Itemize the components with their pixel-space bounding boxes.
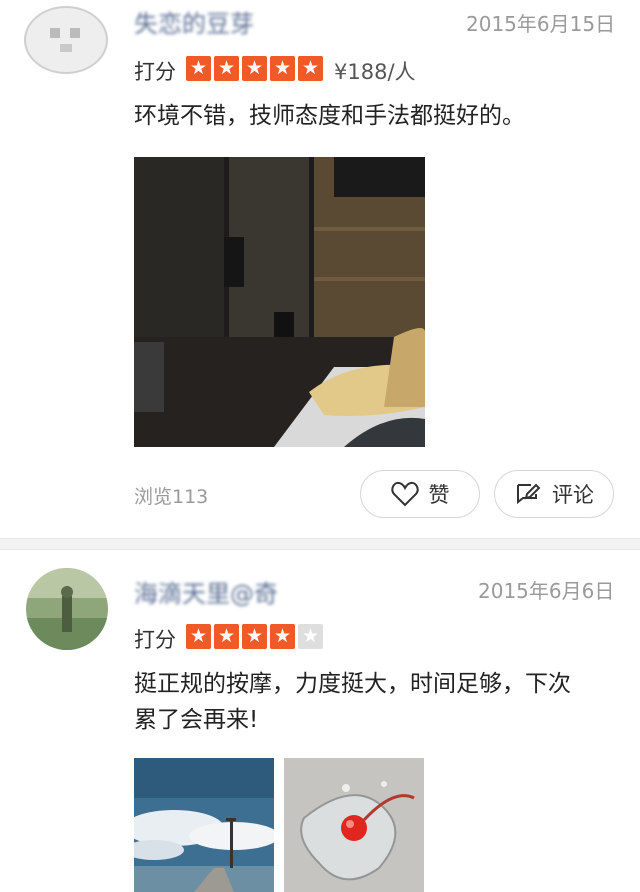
blurred-avatar-image xyxy=(26,568,108,650)
rating-label: 打分 xyxy=(134,60,176,84)
star-icon: ★ xyxy=(242,56,267,81)
like-button[interactable]: 赞 xyxy=(360,470,480,518)
review-text-line: 挺正规的按摩，力度挺大，时间足够，下次 xyxy=(134,671,571,697)
like-label: 赞 xyxy=(428,483,450,507)
star-icon: ★ xyxy=(242,624,267,649)
star-icon: ★ xyxy=(186,624,211,649)
avatar[interactable] xyxy=(26,568,108,650)
user-name[interactable]: 失恋的豆芽 xyxy=(134,4,254,39)
comment-label: 评论 xyxy=(552,483,594,507)
star-icon: ★ xyxy=(270,624,295,649)
room-photo-image xyxy=(134,157,425,447)
view-count: 浏览113 xyxy=(134,486,209,508)
rating-label: 打分 xyxy=(134,628,176,652)
star-rating: ★ ★ ★ ★ ★ xyxy=(186,624,323,649)
blurred-avatar-image xyxy=(50,28,80,52)
review-text: 挺正规的按摩，力度挺大，时间足够，下次 累了会再来! xyxy=(134,666,624,738)
review-photo[interactable] xyxy=(284,758,424,892)
heart-icon xyxy=(390,481,419,507)
edit-comment-icon xyxy=(517,483,541,505)
star-icon: ★ xyxy=(186,56,211,81)
star-icon: ★ xyxy=(214,56,239,81)
review-text: 环境不错，技师态度和手法都挺好的。 xyxy=(134,98,525,134)
user-name[interactable]: 海滴天里@奇 xyxy=(134,574,278,609)
price-per-person: ¥188/人 xyxy=(334,60,416,84)
comment-button[interactable]: 评论 xyxy=(494,470,614,518)
review-photo[interactable] xyxy=(134,157,425,447)
star-icon: ★ xyxy=(270,56,295,81)
review-card: 失恋的豆芽 2015年6月15日 打分 ★ ★ ★ ★ ★ ¥188/人 环境不… xyxy=(0,0,640,538)
seaside-photo-image xyxy=(134,758,274,892)
star-empty-icon: ★ xyxy=(298,624,323,649)
review-date: 2015年6月6日 xyxy=(478,579,615,603)
star-rating: ★ ★ ★ ★ ★ xyxy=(186,56,323,81)
review-date: 2015年6月15日 xyxy=(466,12,616,36)
star-icon: ★ xyxy=(298,56,323,81)
review-photo[interactable] xyxy=(134,758,274,892)
review-card: 海滴天里@奇 2015年6月6日 打分 ★ ★ ★ ★ ★ 挺正规的按摩，力度挺… xyxy=(0,550,640,892)
review-text-line: 累了会再来! xyxy=(134,707,259,733)
avatar[interactable] xyxy=(24,6,108,74)
star-icon: ★ xyxy=(214,624,239,649)
massage-tool-photo-image xyxy=(284,758,424,892)
review-text-line: 环境不错，技师态度和手法都挺好的。 xyxy=(134,103,525,129)
section-divider xyxy=(0,538,640,550)
